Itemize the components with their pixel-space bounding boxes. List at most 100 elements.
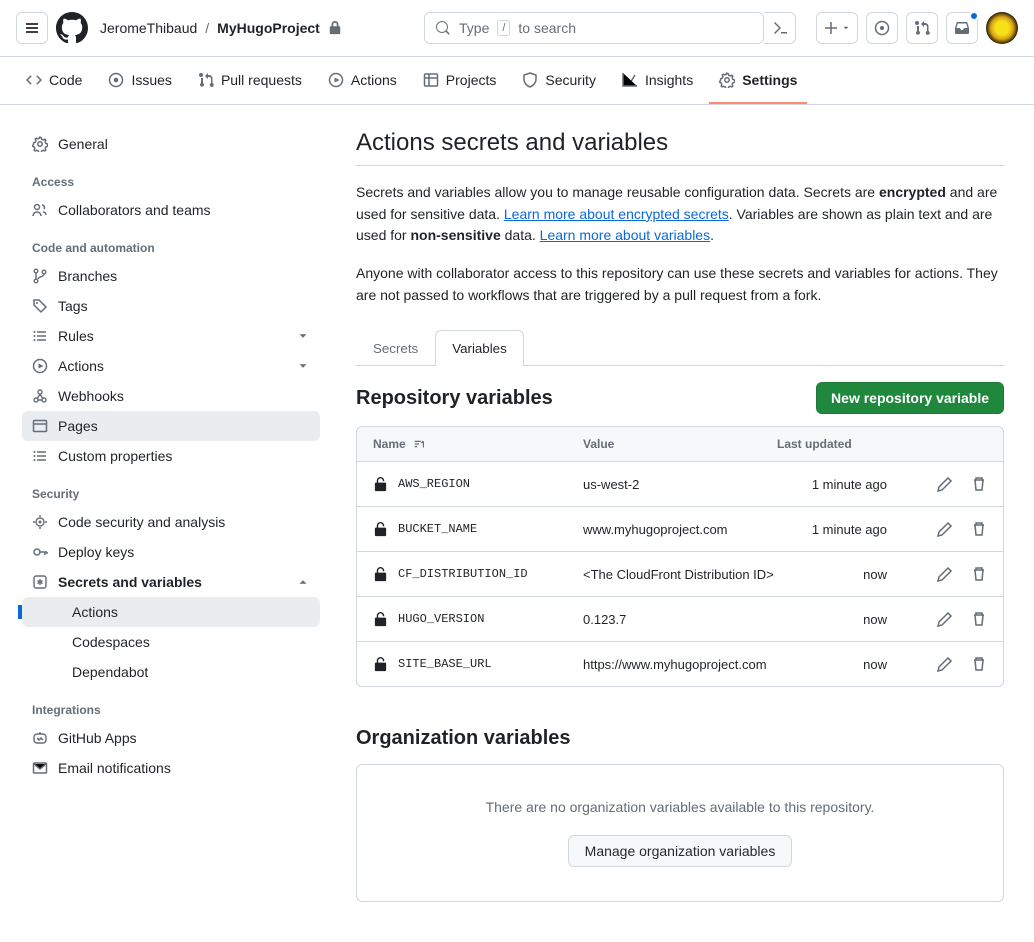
manage-org-variables-button[interactable]: Manage organization variables: [568, 835, 793, 867]
table-header: Name Value Last updated: [357, 427, 1003, 462]
search-input[interactable]: Type / to search: [424, 12, 764, 44]
tab-variables[interactable]: Variables: [435, 330, 524, 366]
lock-icon: [373, 522, 388, 537]
user-avatar[interactable]: [986, 12, 1018, 44]
var-value: <The CloudFront Distribution ID>: [583, 567, 777, 582]
var-updated: now: [777, 657, 907, 672]
var-value: https://www.myhugoproject.com: [583, 657, 777, 672]
sb-github-apps[interactable]: GitHub Apps: [22, 723, 320, 753]
link-variables-docs[interactable]: Learn more about variables: [540, 227, 710, 243]
sb-email-notifications[interactable]: Email notifications: [22, 753, 320, 783]
table-row: BUCKET_NAME www.myhugoproject.com 1 minu…: [357, 507, 1003, 552]
breadcrumb: JeromeThibaud / MyHugoProject: [100, 20, 342, 36]
table-row: CF_DISTRIBUTION_ID <The CloudFront Distr…: [357, 552, 1003, 597]
delete-button[interactable]: [971, 611, 987, 627]
org-vars-heading: Organization variables: [356, 727, 1004, 750]
repo-vars-heading: Repository variables: [356, 387, 553, 410]
sb-deploy-keys[interactable]: Deploy keys: [22, 537, 320, 567]
edit-button[interactable]: [937, 611, 953, 627]
sb-rules[interactable]: Rules: [22, 321, 320, 351]
var-updated: now: [777, 612, 907, 627]
var-value: us-west-2: [583, 477, 777, 492]
nav-insights[interactable]: Insights: [612, 58, 703, 104]
sb-custom-properties[interactable]: Custom properties: [22, 441, 320, 471]
pull-requests-button[interactable]: [906, 12, 938, 44]
var-name: BUCKET_NAME: [398, 522, 477, 536]
sb-heading-integrations: Integrations: [22, 687, 320, 723]
sb-heading-access: Access: [22, 159, 320, 195]
var-name: AWS_REGION: [398, 477, 470, 491]
delete-button[interactable]: [971, 656, 987, 672]
table-row: HUGO_VERSION 0.123.7 now: [357, 597, 1003, 642]
issues-button[interactable]: [866, 12, 898, 44]
nav-settings[interactable]: Settings: [709, 58, 807, 104]
main-content: Actions secrets and variables Secrets an…: [330, 105, 1030, 942]
var-value: www.myhugoproject.com: [583, 522, 777, 537]
create-button[interactable]: [816, 12, 858, 44]
edit-button[interactable]: [937, 476, 953, 492]
edit-button[interactable]: [937, 521, 953, 537]
repo-nav: Code Issues Pull requests Actions Projec…: [0, 57, 1034, 105]
var-updated: now: [777, 567, 907, 582]
chevron-down-icon: [296, 329, 310, 343]
intro-paragraph-1: Secrets and variables allow you to manag…: [356, 182, 1004, 247]
var-value: 0.123.7: [583, 612, 777, 627]
link-encrypted-secrets[interactable]: Learn more about encrypted secrets: [504, 206, 729, 222]
sb-secrets-codespaces[interactable]: Codespaces: [22, 627, 320, 657]
sb-general[interactable]: General: [22, 129, 320, 159]
nav-actions[interactable]: Actions: [318, 58, 407, 104]
new-variable-button[interactable]: New repository variable: [816, 382, 1004, 414]
delete-button[interactable]: [971, 566, 987, 582]
intro-paragraph-2: Anyone with collaborator access to this …: [356, 263, 1004, 306]
command-palette-button[interactable]: [764, 12, 796, 44]
page-title: Actions secrets and variables: [356, 129, 1004, 166]
lock-icon: [373, 612, 388, 627]
nav-pulls[interactable]: Pull requests: [188, 58, 312, 104]
table-row: SITE_BASE_URL https://www.myhugoproject.…: [357, 642, 1003, 686]
github-logo[interactable]: [56, 12, 88, 44]
delete-button[interactable]: [971, 521, 987, 537]
org-vars-empty-text: There are no organization variables avai…: [391, 799, 969, 815]
variables-table: Name Value Last updated AWS_REGION us-we…: [356, 426, 1004, 687]
lock-icon: [373, 477, 388, 492]
edit-button[interactable]: [937, 566, 953, 582]
var-name: CF_DISTRIBUTION_ID: [398, 567, 528, 581]
nav-code[interactable]: Code: [16, 58, 92, 104]
owner-link[interactable]: JeromeThibaud: [100, 20, 197, 36]
lock-icon: [373, 567, 388, 582]
notification-indicator: [969, 11, 979, 21]
chevron-up-icon: [296, 575, 310, 589]
notifications-button[interactable]: [946, 12, 978, 44]
edit-button[interactable]: [937, 656, 953, 672]
sort-icon[interactable]: [412, 437, 426, 451]
nav-security[interactable]: Security: [512, 58, 606, 104]
sb-collaborators[interactable]: Collaborators and teams: [22, 195, 320, 225]
var-updated: 1 minute ago: [777, 477, 907, 492]
sb-heading-security: Security: [22, 471, 320, 507]
sb-tags[interactable]: Tags: [22, 291, 320, 321]
settings-sidebar: General Access Collaborators and teams C…: [0, 105, 330, 942]
table-row: AWS_REGION us-west-2 1 minute ago: [357, 462, 1003, 507]
var-name: SITE_BASE_URL: [398, 657, 492, 671]
menu-button[interactable]: [16, 12, 48, 44]
chevron-down-icon: [296, 359, 310, 373]
sb-secrets-actions[interactable]: Actions: [22, 597, 320, 627]
nav-issues[interactable]: Issues: [98, 58, 181, 104]
sb-branches[interactable]: Branches: [22, 261, 320, 291]
sb-actions[interactable]: Actions: [22, 351, 320, 381]
nav-projects[interactable]: Projects: [413, 58, 507, 104]
secrets-variables-tabs: Secrets Variables: [356, 330, 1004, 366]
repo-link[interactable]: MyHugoProject: [217, 20, 320, 36]
var-name: HUGO_VERSION: [398, 612, 484, 626]
sb-secrets-dependabot[interactable]: Dependabot: [22, 657, 320, 687]
var-updated: 1 minute ago: [777, 522, 907, 537]
sb-heading-code: Code and automation: [22, 225, 320, 261]
org-vars-empty-state: There are no organization variables avai…: [356, 764, 1004, 902]
sb-code-security[interactable]: Code security and analysis: [22, 507, 320, 537]
lock-icon: [328, 21, 342, 35]
sb-webhooks[interactable]: Webhooks: [22, 381, 320, 411]
tab-secrets[interactable]: Secrets: [356, 330, 435, 366]
sb-pages[interactable]: Pages: [22, 411, 320, 441]
sb-secrets[interactable]: Secrets and variables: [22, 567, 320, 597]
delete-button[interactable]: [971, 476, 987, 492]
